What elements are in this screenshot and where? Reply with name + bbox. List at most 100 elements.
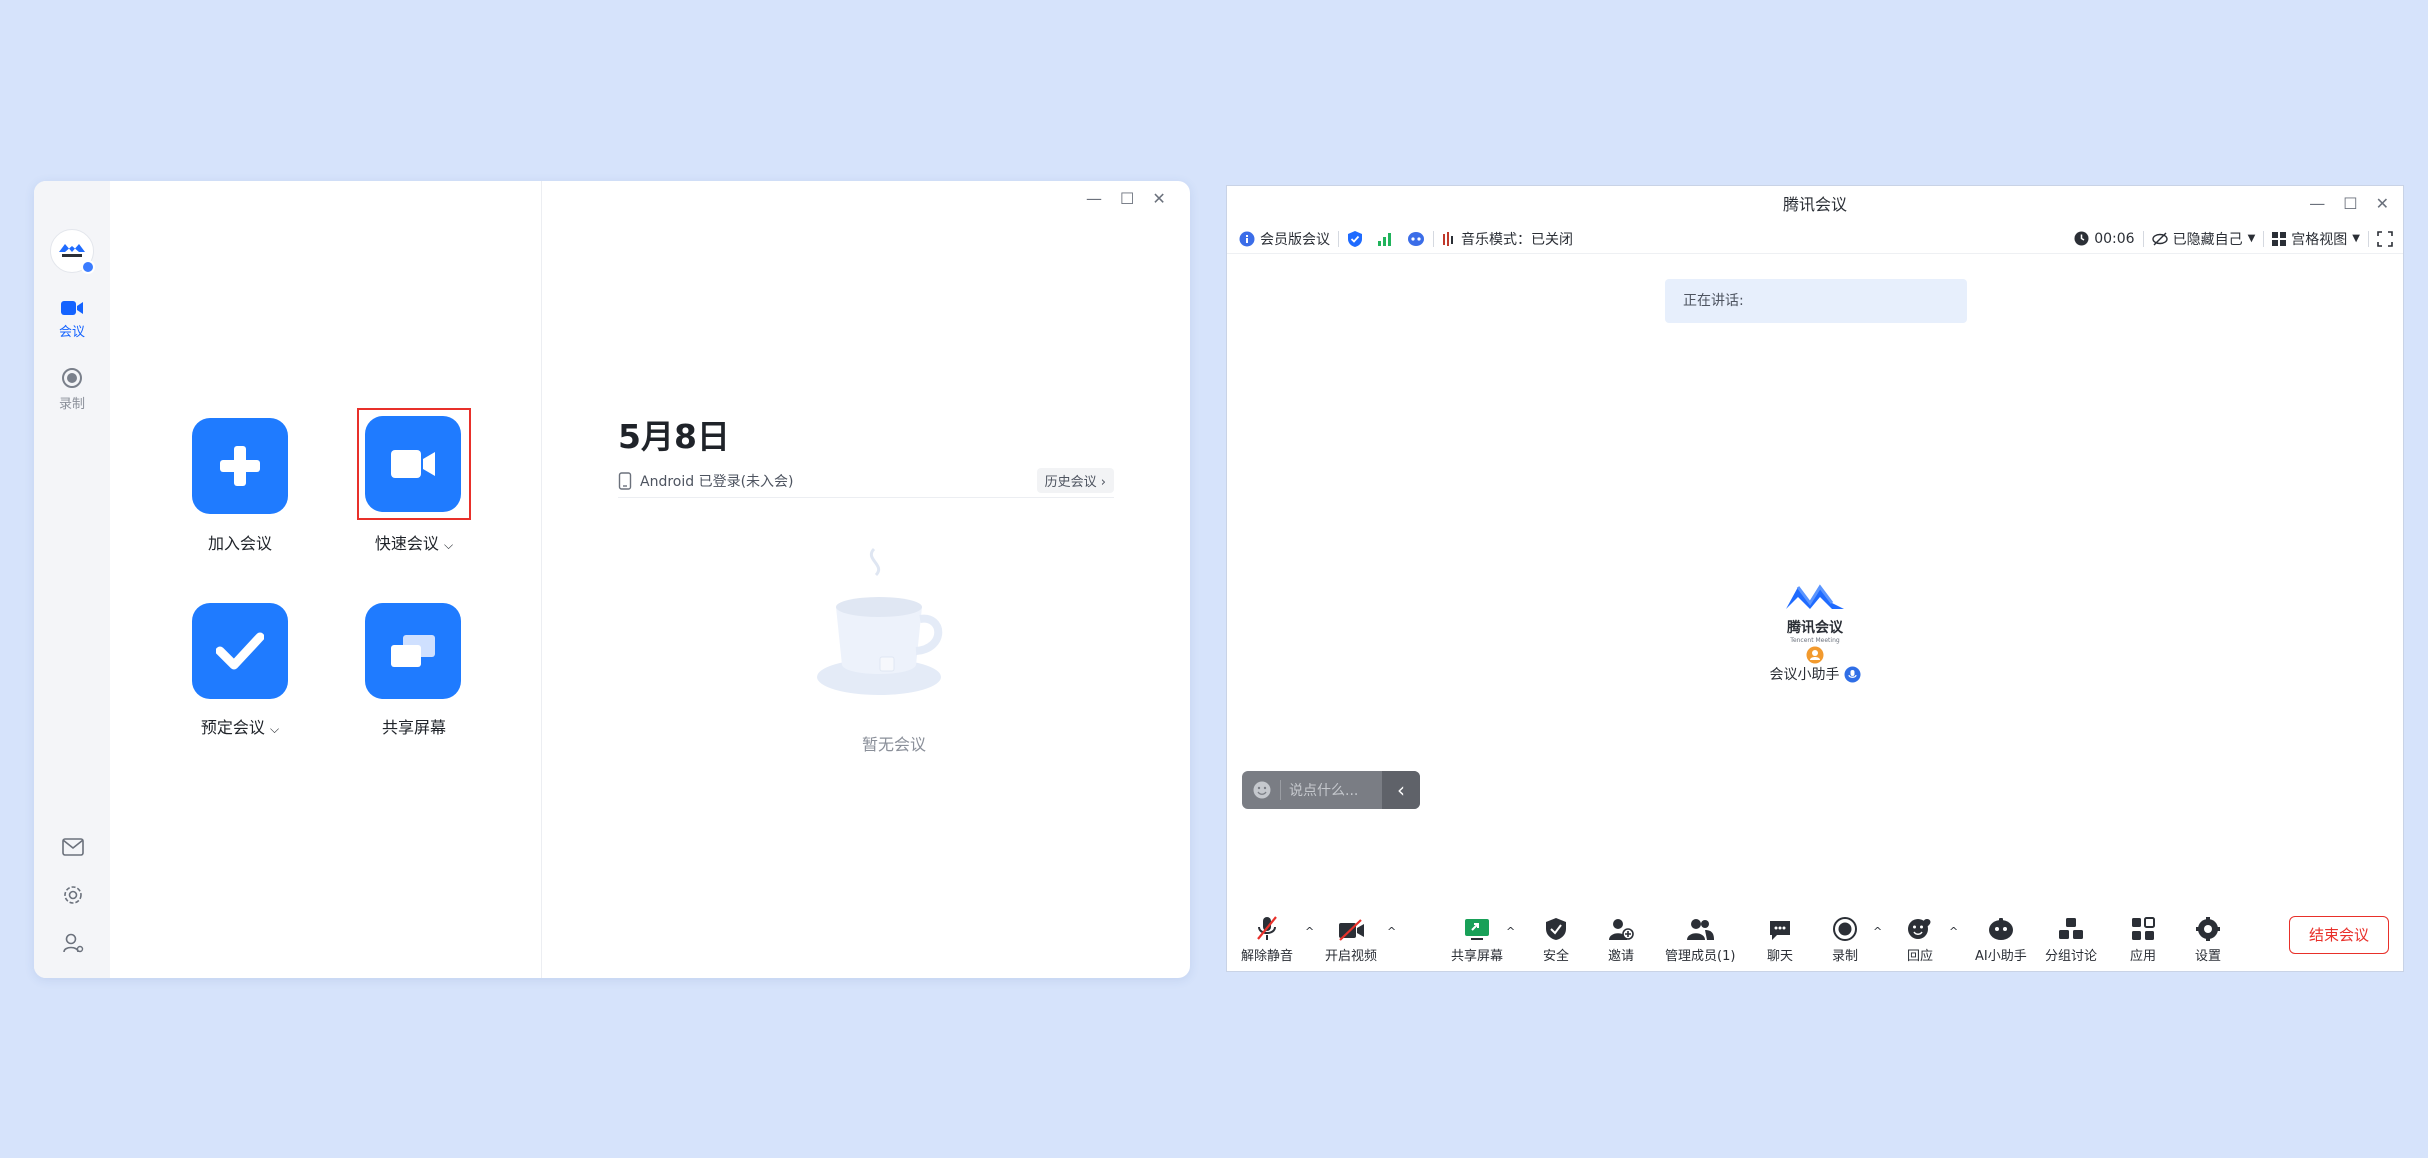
security-button[interactable]: 安全: [1543, 915, 1569, 964]
video-camera-icon: [34, 299, 110, 317]
selection-highlight-box: [357, 408, 471, 520]
check-icon: [216, 631, 264, 671]
fullscreen-icon[interactable]: [2377, 231, 2393, 247]
settings-button[interactable]: 设置: [2195, 915, 2221, 964]
emoji-icon[interactable]: [1252, 780, 1272, 800]
share-screen-button[interactable]: [365, 603, 461, 699]
empty-state-text: 暂无会议: [794, 731, 994, 755]
close-button[interactable]: ✕: [2376, 194, 2389, 213]
share-screen-icon: [1463, 917, 1491, 941]
schedule-meeting-label[interactable]: 预定会议 ⌵: [160, 714, 320, 738]
unmute-options-caret[interactable]: ^: [1305, 925, 1314, 938]
camera-off-icon: [1337, 919, 1365, 941]
separator: [1433, 231, 1434, 247]
reaction-button[interactable]: 回应: [1907, 915, 1933, 964]
invite-icon: [1608, 917, 1634, 941]
plus-icon: [216, 442, 264, 490]
meeting-window: 腾讯会议 — ☐ ✕ 会员版会议 音乐模式：已关闭 00:06 已隐藏自己 ▼: [1226, 185, 2404, 972]
assistant-logo-subtext: Tencent Meeting: [1740, 637, 1890, 644]
record-icon: [1833, 917, 1857, 941]
ai-assistant-button[interactable]: AI小助手: [1975, 915, 2027, 964]
music-mode-icon: [1442, 231, 1456, 247]
maximize-button[interactable]: ☐: [2343, 194, 2357, 213]
breakout-rooms-button[interactable]: 分组讨论: [2045, 915, 2097, 964]
share-screen-button[interactable]: 共享屏幕: [1451, 915, 1503, 964]
separator: [1338, 231, 1339, 247]
reaction-icon: [1907, 917, 1933, 941]
video-options-caret[interactable]: ^: [1387, 925, 1396, 938]
reaction-options-caret[interactable]: ^: [1949, 925, 1958, 938]
coffee-cup-icon: [794, 539, 964, 709]
eye-hidden-icon: [2152, 232, 2168, 246]
manage-members-button[interactable]: 管理成员(1): [1665, 915, 1735, 964]
apps-icon: [2131, 917, 2155, 941]
sidebar-item-label: 录制: [59, 397, 85, 412]
record-options-caret[interactable]: ^: [1873, 925, 1882, 938]
minimize-button[interactable]: —: [1086, 189, 1102, 208]
quick-chat-bar: 说点什么... ‹: [1242, 771, 1420, 809]
device-status-row: Android 已登录(未入会) 历史会议 ›: [618, 464, 1114, 498]
separator: [2143, 231, 2144, 247]
join-meeting-button[interactable]: [192, 418, 288, 514]
window-controls: — ☐ ✕: [1086, 189, 1166, 208]
verified-badge-icon: [81, 260, 95, 274]
view-mode-dropdown[interactable]: 宫格视图 ▼: [2272, 229, 2360, 249]
share-screen-label: 共享屏幕: [334, 714, 494, 738]
hide-self-dropdown[interactable]: 已隐藏自己 ▼: [2152, 229, 2256, 249]
mail-icon[interactable]: [62, 836, 84, 858]
chevron-right-icon: ›: [1101, 475, 1106, 490]
info-icon: [1239, 231, 1255, 247]
assistant-logo-text: 腾讯会议: [1740, 617, 1890, 637]
meeting-info-bar: 会员版会议 音乐模式：已关闭 00:06 已隐藏自己 ▼ 宫格视图 ▼: [1227, 224, 2403, 254]
meeting-assistant-tile: 腾讯会议 Tencent Meeting 会议小助手: [1740, 581, 1890, 684]
apps-button[interactable]: 应用: [2130, 915, 2156, 964]
sidebar: 会议 录制: [34, 181, 110, 978]
gear-icon[interactable]: [62, 884, 84, 906]
start-video-button[interactable]: 开启视频: [1325, 915, 1377, 964]
end-meeting-button[interactable]: 结束会议: [2289, 916, 2389, 954]
gear-icon: [2196, 917, 2220, 941]
phone-icon: [618, 472, 632, 490]
tencent-meeting-logo-icon: [1784, 581, 1846, 611]
maximize-button[interactable]: ☐: [1120, 189, 1134, 208]
schedule-meeting-button[interactable]: [192, 603, 288, 699]
app-logo: [50, 229, 94, 273]
device-status-text: Android 已登录(未入会): [640, 471, 794, 491]
grid-view-icon: [2272, 232, 2286, 246]
chevron-left-icon[interactable]: ‹: [1382, 771, 1420, 809]
signal-strength-icon[interactable]: [1377, 231, 1393, 247]
quick-meeting-label[interactable]: 快速会议 ⌵: [334, 530, 494, 554]
separator: [2263, 231, 2264, 247]
shield-icon: [1545, 917, 1567, 941]
minimize-button[interactable]: —: [2309, 194, 2325, 213]
participant-name: 会议小助手: [1740, 664, 1890, 684]
caret-down-icon: ▼: [2248, 233, 2256, 244]
panel-divider: [541, 181, 542, 978]
mic-active-icon: [1844, 666, 1861, 683]
close-button[interactable]: ✕: [1152, 189, 1165, 208]
chat-button[interactable]: 聊天: [1767, 915, 1793, 964]
sidebar-item-recording[interactable]: 录制: [34, 367, 110, 412]
history-meetings-button[interactable]: 历史会议 ›: [1037, 468, 1114, 493]
join-meeting-label: 加入会议: [160, 530, 320, 554]
record-icon: [34, 367, 110, 389]
mic-muted-icon: [1255, 915, 1279, 941]
meeting-info-button[interactable]: 会员版会议: [1239, 229, 1330, 249]
separator: [2368, 231, 2369, 247]
speaking-indicator: 正在讲话:: [1665, 279, 1967, 323]
ai-robot-icon[interactable]: [1407, 231, 1425, 247]
tencent-meeting-logo-icon: [57, 240, 87, 262]
invite-button[interactable]: 邀请: [1608, 915, 1634, 964]
shield-check-icon[interactable]: [1347, 230, 1363, 248]
user-avatar-icon: [1806, 646, 1824, 664]
chat-input[interactable]: 说点什么...: [1289, 780, 1382, 800]
unmute-button[interactable]: 解除静音: [1241, 915, 1293, 964]
tencent-meeting-main-window: 会议 录制 — ☐ ✕ 加入会议 快速会议 ⌵ 预定会议: [34, 181, 1190, 978]
members-icon: [1685, 917, 1715, 941]
share-screen-icon: [389, 631, 437, 671]
music-mode-button[interactable]: 音乐模式：已关闭: [1442, 229, 1573, 249]
share-options-caret[interactable]: ^: [1506, 925, 1515, 938]
record-button[interactable]: 录制: [1832, 915, 1858, 964]
user-settings-icon[interactable]: [62, 932, 84, 954]
sidebar-item-meeting[interactable]: 会议: [34, 299, 110, 340]
